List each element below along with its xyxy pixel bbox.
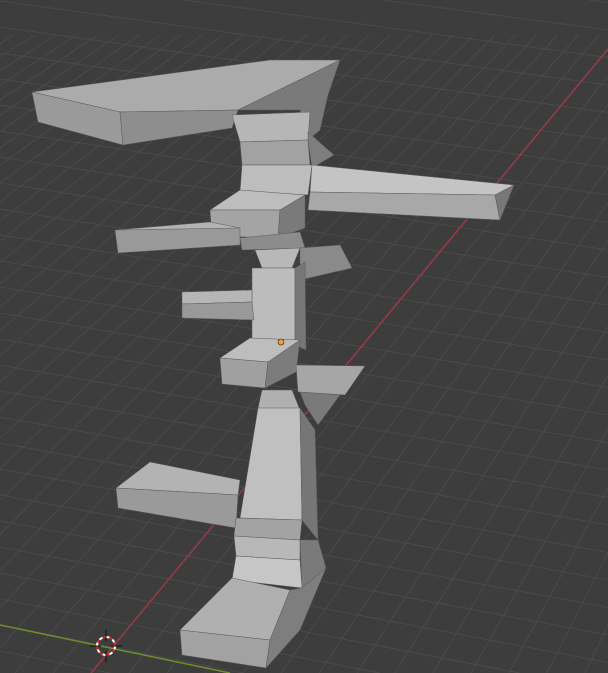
x-axis-line <box>90 48 608 673</box>
grid-line <box>588 0 608 3</box>
grid-line <box>470 428 608 673</box>
viewport-canvas[interactable] <box>0 0 608 673</box>
grid-line <box>508 487 608 673</box>
grid-line <box>0 34 56 72</box>
3d-viewport[interactable] <box>0 0 608 673</box>
grid-line <box>0 34 77 86</box>
grid-line <box>394 326 608 673</box>
grid-line <box>0 34 15 45</box>
grid-line <box>432 375 608 673</box>
object-origin-icon <box>277 338 285 346</box>
grid-line <box>382 0 608 31</box>
